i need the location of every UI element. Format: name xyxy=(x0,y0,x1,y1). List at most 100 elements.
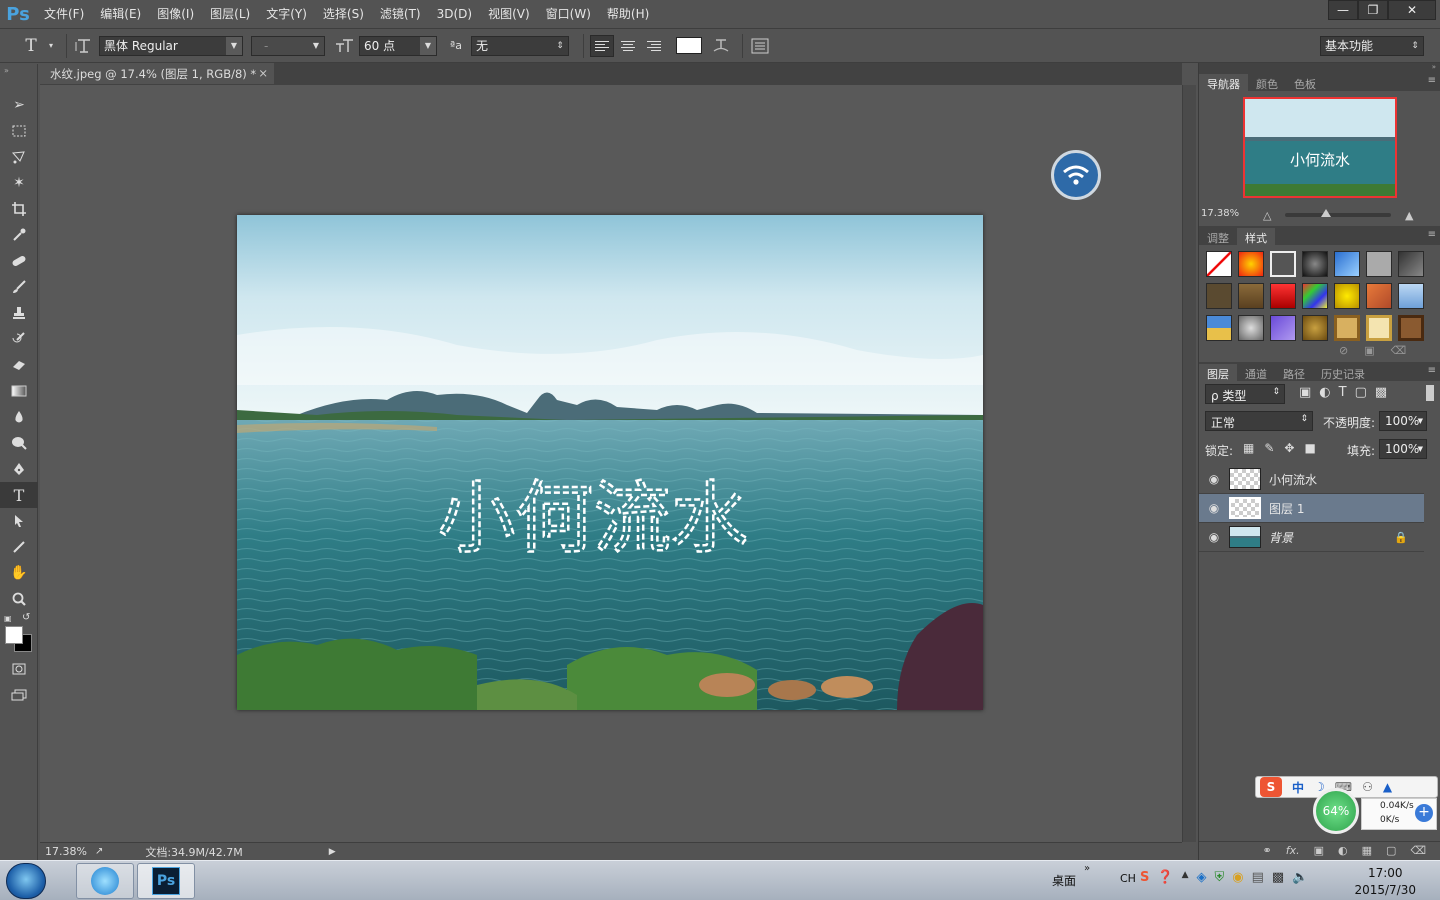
screen-mode-icon[interactable] xyxy=(0,682,38,708)
tray-expand-icon[interactable]: ▲ xyxy=(1182,870,1189,885)
filter-smart-icon[interactable]: ▩ xyxy=(1375,385,1387,400)
sogou-tray-icon[interactable]: S xyxy=(1140,870,1149,885)
type-tool-preset-icon[interactable]: T xyxy=(20,35,42,57)
desktop-toolbar[interactable]: 桌面 xyxy=(1052,872,1076,889)
menu-select[interactable]: 选择(S) xyxy=(315,0,372,28)
filter-toggle[interactable] xyxy=(1426,385,1434,401)
dodge-tool-icon[interactable] xyxy=(0,430,38,456)
panel-collapse-icon[interactable]: » xyxy=(0,64,37,92)
delete-layer-icon[interactable]: ⌫ xyxy=(1410,844,1426,857)
style-swatch[interactable] xyxy=(1366,315,1392,341)
style-swatch[interactable] xyxy=(1270,251,1296,277)
style-swatch[interactable] xyxy=(1238,315,1264,341)
lasso-tool-icon[interactable] xyxy=(0,144,38,170)
foreground-color-swatch[interactable] xyxy=(5,626,23,644)
tab-adjustments[interactable]: 调整 xyxy=(1199,228,1237,245)
tab-styles[interactable]: 样式 xyxy=(1237,228,1275,245)
marquee-tool-icon[interactable] xyxy=(0,118,38,144)
layer-row-selected[interactable]: ◉ 图层 1 xyxy=(1199,494,1424,523)
layer-row[interactable]: ◉ 小何流水 xyxy=(1199,465,1424,494)
antialias-select[interactable]: 无 ⇕ xyxy=(471,35,569,56)
brush-tool-icon[interactable] xyxy=(0,274,38,300)
menu-edit[interactable]: 编辑(E) xyxy=(92,0,149,28)
sogou-ime-widget[interactable]: S 中 ☽ ⌨ ⚇ ▲ 64% 0.04K/s 0K/s + xyxy=(1255,776,1438,834)
status-menu-arrow-icon[interactable]: ▶ xyxy=(329,847,336,857)
lock-position-icon[interactable]: ✥ xyxy=(1284,441,1294,455)
tab-paths[interactable]: 路径 xyxy=(1275,364,1313,381)
speed-ball[interactable]: 64% xyxy=(1313,788,1359,834)
close-tab-icon[interactable]: × xyxy=(258,66,268,80)
clock[interactable]: 17:00 2015/7/30 xyxy=(1354,865,1416,899)
layer-filter-select[interactable]: ρ 类型 ⇕ xyxy=(1205,384,1285,404)
workspace-select[interactable]: 基本功能 ⇕ xyxy=(1320,35,1424,56)
style-swatch[interactable] xyxy=(1206,315,1232,341)
quick-mask-icon[interactable] xyxy=(0,656,38,682)
skin-icon[interactable]: ▲ xyxy=(1383,780,1392,794)
font-family-select[interactable]: 黑体 Regular ▼ xyxy=(99,35,243,56)
panel-collapse-icon[interactable]: » xyxy=(1199,63,1440,72)
volume-icon[interactable]: 🔈 xyxy=(1292,870,1308,885)
tab-layers[interactable]: 图层 xyxy=(1199,364,1237,381)
style-swatch[interactable] xyxy=(1206,283,1232,309)
default-colors-icon[interactable]: ▣ xyxy=(4,614,12,623)
gradient-tool-icon[interactable] xyxy=(0,378,38,404)
filter-adjustment-icon[interactable]: ◐ xyxy=(1319,385,1330,400)
canvas-scrollbar[interactable] xyxy=(1182,85,1196,842)
layer-row[interactable]: ◉ 背景 🔒 xyxy=(1199,523,1424,552)
visibility-eye-icon[interactable]: ◉ xyxy=(1199,472,1229,486)
style-swatch[interactable] xyxy=(1366,251,1392,277)
tab-color[interactable]: 颜色 xyxy=(1248,74,1286,91)
character-panel-icon[interactable] xyxy=(749,35,771,57)
eraser-tool-icon[interactable] xyxy=(0,352,38,378)
blend-mode-select[interactable]: 正常 ⇕ xyxy=(1205,411,1313,431)
document-tab[interactable]: 水纹.jpeg @ 17.4% (图层 1, RGB/8) * × xyxy=(40,63,274,84)
path-selection-tool-icon[interactable] xyxy=(0,508,38,534)
style-swatch[interactable] xyxy=(1398,283,1424,309)
start-button[interactable] xyxy=(6,863,46,899)
slider-knob[interactable] xyxy=(1321,209,1331,217)
align-right-button[interactable] xyxy=(642,35,666,57)
style-swatch[interactable] xyxy=(1238,283,1264,309)
taskbar-photoshop[interactable]: Ps xyxy=(137,863,195,899)
text-color-swatch[interactable] xyxy=(676,37,702,54)
visibility-eye-icon[interactable]: ◉ xyxy=(1199,530,1229,544)
canvas-area[interactable]: 小何流水 xyxy=(40,85,1182,842)
filter-pixel-icon[interactable]: ▣ xyxy=(1299,385,1311,400)
toolbar-expand-icon[interactable]: » xyxy=(1084,863,1090,874)
align-center-button[interactable] xyxy=(616,35,640,57)
zoom-level[interactable]: 17.38% xyxy=(45,845,87,858)
panel-menu-icon[interactable]: ≡ xyxy=(1428,365,1436,376)
document-canvas[interactable]: 小何流水 xyxy=(237,215,983,710)
restore-button[interactable]: ❐ xyxy=(1358,0,1388,20)
add-mask-icon[interactable]: ▣ xyxy=(1314,844,1324,857)
warp-text-icon[interactable] xyxy=(710,35,732,57)
new-group-icon[interactable]: ▦ xyxy=(1362,844,1372,857)
type-tool-icon[interactable]: T xyxy=(0,482,38,508)
lock-all-icon[interactable]: ■ xyxy=(1304,441,1315,455)
network-tray-icon[interactable]: ◈ xyxy=(1196,870,1206,885)
language-indicator[interactable]: CH xyxy=(1120,872,1136,885)
style-swatch[interactable] xyxy=(1398,315,1424,341)
align-left-button[interactable] xyxy=(590,34,614,57)
minimize-button[interactable]: — xyxy=(1328,0,1358,20)
swap-colors-icon[interactable]: ↺ xyxy=(22,612,30,623)
tab-navigator[interactable]: 导航器 xyxy=(1199,74,1248,91)
zoom-tool-icon[interactable] xyxy=(0,586,38,612)
style-swatch[interactable] xyxy=(1334,283,1360,309)
navigator-thumbnail[interactable]: 小何流水 xyxy=(1243,97,1397,198)
lock-image-icon[interactable]: ✎ xyxy=(1264,441,1274,455)
tab-history[interactable]: 历史记录 xyxy=(1313,364,1373,381)
style-swatch[interactable] xyxy=(1398,251,1424,277)
menu-file[interactable]: 文件(F) xyxy=(36,0,92,28)
move-tool-icon[interactable]: ➢ xyxy=(0,92,38,118)
menu-3d[interactable]: 3D(D) xyxy=(429,0,480,28)
menu-help[interactable]: 帮助(H) xyxy=(599,0,657,28)
healing-brush-tool-icon[interactable] xyxy=(0,248,38,274)
tab-channels[interactable]: 通道 xyxy=(1237,364,1275,381)
security-shield-icon[interactable]: ⛨ xyxy=(1214,870,1224,885)
pen-tool-icon[interactable] xyxy=(0,456,38,482)
style-swatch[interactable] xyxy=(1334,251,1360,277)
style-swatch[interactable] xyxy=(1302,251,1328,277)
fill-input[interactable]: 100% ▼ xyxy=(1379,439,1427,459)
blur-tool-icon[interactable] xyxy=(0,404,38,430)
